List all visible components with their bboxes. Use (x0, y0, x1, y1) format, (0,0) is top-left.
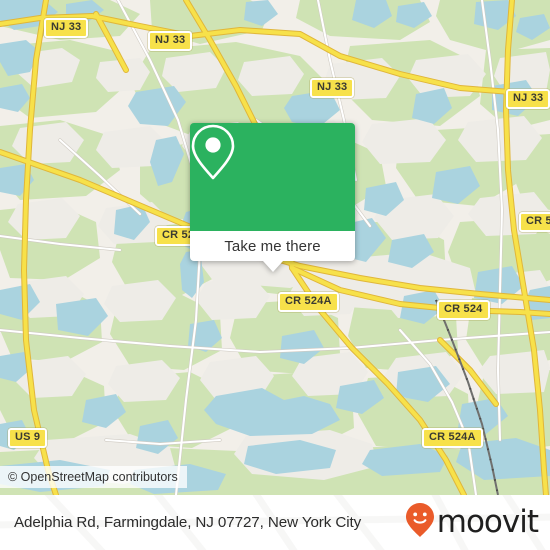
road-shield-nj33-4[interactable]: NJ 33 (506, 89, 550, 109)
road-shield-nj33-2[interactable]: NJ 33 (148, 31, 193, 51)
road-shield-cr524[interactable]: CR 524 (437, 300, 490, 320)
take-me-there-label: Take me there (224, 237, 321, 255)
osm-attribution[interactable]: © OpenStreetMap contributors (0, 466, 187, 488)
road-shield-nj33-1[interactable]: NJ 33 (44, 18, 89, 38)
popup-header (190, 123, 355, 231)
location-popup[interactable]: Take me there (190, 123, 355, 272)
moovit-logo[interactable]: moovit (405, 495, 539, 550)
footer-bar: Adelphia Rd, Farmingdale, NJ 07727, New … (0, 495, 550, 550)
moovit-smiley-pin-icon (405, 502, 435, 543)
address-label: Adelphia Rd, Farmingdale, NJ 07727, New … (14, 514, 362, 531)
road-shield-cr524a-2[interactable]: CR 524A (278, 292, 339, 312)
popup-tail (262, 261, 283, 272)
road-shield-us9[interactable]: US 9 (8, 428, 48, 448)
road-shield-nj33-3[interactable]: NJ 33 (310, 78, 355, 98)
map-canvas[interactable]: NJ 33 NJ 33 NJ 33 NJ 33 CR 524A CR 54 CR… (0, 0, 550, 495)
map-screenshot: NJ 33 NJ 33 NJ 33 NJ 33 CR 524A CR 54 CR… (0, 0, 550, 550)
moovit-wordmark: moovit (436, 504, 539, 540)
road-shield-cr54[interactable]: CR 54 (519, 212, 550, 232)
road-shield-cr524a-3[interactable]: CR 524A (422, 428, 483, 448)
take-me-there-button[interactable]: Take me there (190, 231, 355, 261)
